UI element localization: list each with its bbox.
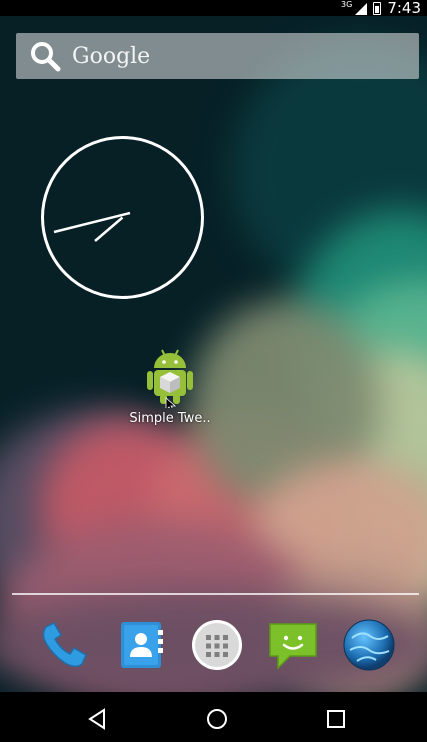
network-type-label: 3G [341,0,353,9]
dock-phone-button[interactable] [36,618,90,672]
google-search-widget[interactable]: Google [16,33,419,79]
back-button[interactable] [86,707,110,731]
app-label: Simple Twe.. [129,411,211,426]
status-bar: 3G 7:43 [0,0,427,16]
analog-clock-widget[interactable] [40,135,205,300]
dock-app-drawer-button[interactable] [190,618,244,672]
messaging-icon [269,623,317,670]
contacts-icon [121,622,163,668]
app-drawer-icon [192,620,242,670]
home-button[interactable] [205,707,229,731]
clock-minute-hand [53,211,131,234]
search-icon [28,39,62,73]
recents-button[interactable] [324,707,348,731]
home-app-shortcut[interactable]: Simple Twe.. [122,348,218,438]
status-time: 7:43 [387,0,421,17]
browser-globe-icon [343,619,395,671]
home-icon [207,709,227,729]
signal-strength-icon [355,3,368,15]
phone-icon [42,622,87,667]
navigation-bar [0,692,427,742]
dock-messaging-button[interactable] [266,618,320,672]
dock-browser-button[interactable] [342,618,396,672]
dock [0,608,427,683]
recents-icon [327,710,345,728]
dock-divider [12,593,419,595]
dock-contacts-button[interactable] [114,618,168,672]
android-app-icon [147,349,193,413]
back-icon [88,708,105,730]
battery-icon [373,1,382,15]
clock-face [41,136,204,299]
signal-indicator: 3G [341,0,368,15]
google-label: Google [72,43,151,69]
status-icons: 3G 7:43 [341,0,421,16]
